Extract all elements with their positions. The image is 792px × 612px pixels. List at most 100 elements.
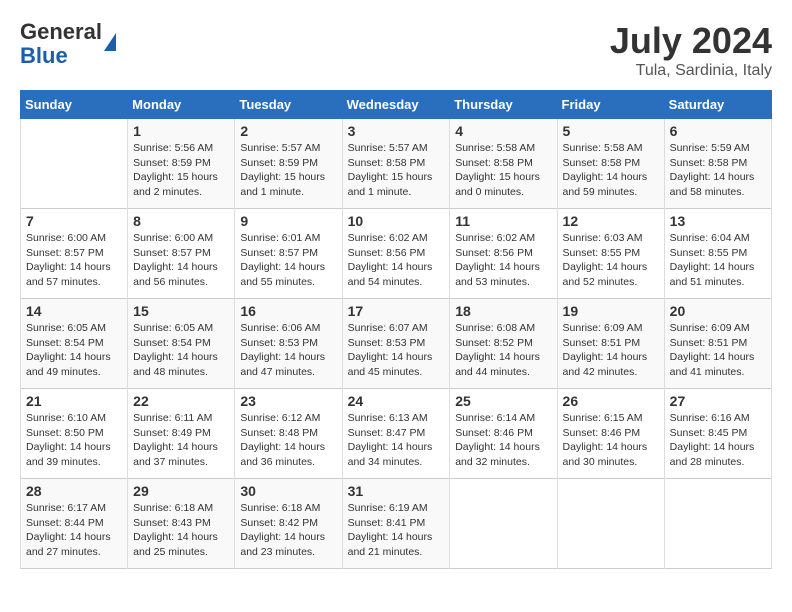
day-number: 11	[455, 213, 551, 229]
day-cell: 24 Sunrise: 6:13 AMSunset: 8:47 PMDaylig…	[342, 389, 450, 479]
day-info: Sunrise: 6:18 AMSunset: 8:42 PMDaylight:…	[240, 501, 336, 560]
day-cell: 30 Sunrise: 6:18 AMSunset: 8:42 PMDaylig…	[235, 479, 342, 569]
day-info: Sunrise: 6:10 AMSunset: 8:50 PMDaylight:…	[26, 411, 122, 470]
week-row-1: 1 Sunrise: 5:56 AMSunset: 8:59 PMDayligh…	[21, 119, 772, 209]
week-row-5: 28 Sunrise: 6:17 AMSunset: 8:44 PMDaylig…	[21, 479, 772, 569]
day-cell: 22 Sunrise: 6:11 AMSunset: 8:49 PMDaylig…	[128, 389, 235, 479]
day-number: 29	[133, 483, 229, 499]
day-number: 7	[26, 213, 122, 229]
day-number: 18	[455, 303, 551, 319]
header-thursday: Thursday	[450, 91, 557, 119]
day-info: Sunrise: 6:11 AMSunset: 8:49 PMDaylight:…	[133, 411, 229, 470]
day-info: Sunrise: 6:09 AMSunset: 8:51 PMDaylight:…	[670, 321, 766, 380]
day-cell: 7 Sunrise: 6:00 AMSunset: 8:57 PMDayligh…	[21, 209, 128, 299]
day-info: Sunrise: 6:03 AMSunset: 8:55 PMDaylight:…	[563, 231, 659, 290]
day-number: 1	[133, 123, 229, 139]
logo: General Blue	[20, 20, 116, 68]
day-number: 15	[133, 303, 229, 319]
day-number: 22	[133, 393, 229, 409]
day-number: 8	[133, 213, 229, 229]
day-number: 19	[563, 303, 659, 319]
day-number: 24	[348, 393, 445, 409]
day-cell: 29 Sunrise: 6:18 AMSunset: 8:43 PMDaylig…	[128, 479, 235, 569]
day-cell: 27 Sunrise: 6:16 AMSunset: 8:45 PMDaylig…	[664, 389, 771, 479]
day-info: Sunrise: 6:16 AMSunset: 8:45 PMDaylight:…	[670, 411, 766, 470]
header-monday: Monday	[128, 91, 235, 119]
day-info: Sunrise: 6:02 AMSunset: 8:56 PMDaylight:…	[348, 231, 445, 290]
title-block: July 2024 Tula, Sardinia, Italy	[610, 20, 772, 80]
day-number: 12	[563, 213, 659, 229]
calendar-table: SundayMondayTuesdayWednesdayThursdayFrid…	[20, 90, 772, 569]
day-number: 30	[240, 483, 336, 499]
day-cell	[557, 479, 664, 569]
day-info: Sunrise: 6:01 AMSunset: 8:57 PMDaylight:…	[240, 231, 336, 290]
day-cell: 14 Sunrise: 6:05 AMSunset: 8:54 PMDaylig…	[21, 299, 128, 389]
header-saturday: Saturday	[664, 91, 771, 119]
day-info: Sunrise: 6:04 AMSunset: 8:55 PMDaylight:…	[670, 231, 766, 290]
day-number: 17	[348, 303, 445, 319]
day-number: 3	[348, 123, 445, 139]
day-info: Sunrise: 5:56 AMSunset: 8:59 PMDaylight:…	[133, 141, 229, 200]
day-number: 6	[670, 123, 766, 139]
day-info: Sunrise: 6:05 AMSunset: 8:54 PMDaylight:…	[133, 321, 229, 380]
day-info: Sunrise: 6:09 AMSunset: 8:51 PMDaylight:…	[563, 321, 659, 380]
day-cell: 16 Sunrise: 6:06 AMSunset: 8:53 PMDaylig…	[235, 299, 342, 389]
day-cell: 18 Sunrise: 6:08 AMSunset: 8:52 PMDaylig…	[450, 299, 557, 389]
day-number: 13	[670, 213, 766, 229]
header-wednesday: Wednesday	[342, 91, 450, 119]
day-info: Sunrise: 5:57 AMSunset: 8:59 PMDaylight:…	[240, 141, 336, 200]
day-info: Sunrise: 6:13 AMSunset: 8:47 PMDaylight:…	[348, 411, 445, 470]
day-cell: 19 Sunrise: 6:09 AMSunset: 8:51 PMDaylig…	[557, 299, 664, 389]
day-cell: 31 Sunrise: 6:19 AMSunset: 8:41 PMDaylig…	[342, 479, 450, 569]
day-number: 26	[563, 393, 659, 409]
day-info: Sunrise: 6:06 AMSunset: 8:53 PMDaylight:…	[240, 321, 336, 380]
week-row-2: 7 Sunrise: 6:00 AMSunset: 8:57 PMDayligh…	[21, 209, 772, 299]
calendar-header-row: SundayMondayTuesdayWednesdayThursdayFrid…	[21, 91, 772, 119]
header-friday: Friday	[557, 91, 664, 119]
day-number: 2	[240, 123, 336, 139]
day-info: Sunrise: 6:08 AMSunset: 8:52 PMDaylight:…	[455, 321, 551, 380]
logo-general: General	[20, 19, 102, 44]
day-cell: 4 Sunrise: 5:58 AMSunset: 8:58 PMDayligh…	[450, 119, 557, 209]
day-number: 28	[26, 483, 122, 499]
day-cell: 20 Sunrise: 6:09 AMSunset: 8:51 PMDaylig…	[664, 299, 771, 389]
day-cell	[21, 119, 128, 209]
day-info: Sunrise: 5:59 AMSunset: 8:58 PMDaylight:…	[670, 141, 766, 200]
header-sunday: Sunday	[21, 91, 128, 119]
day-cell: 11 Sunrise: 6:02 AMSunset: 8:56 PMDaylig…	[450, 209, 557, 299]
day-number: 27	[670, 393, 766, 409]
day-info: Sunrise: 6:02 AMSunset: 8:56 PMDaylight:…	[455, 231, 551, 290]
day-number: 20	[670, 303, 766, 319]
day-cell: 1 Sunrise: 5:56 AMSunset: 8:59 PMDayligh…	[128, 119, 235, 209]
day-cell: 13 Sunrise: 6:04 AMSunset: 8:55 PMDaylig…	[664, 209, 771, 299]
day-cell: 25 Sunrise: 6:14 AMSunset: 8:46 PMDaylig…	[450, 389, 557, 479]
day-info: Sunrise: 5:58 AMSunset: 8:58 PMDaylight:…	[455, 141, 551, 200]
logo-icon	[104, 33, 116, 51]
month-title: July 2024	[610, 20, 772, 62]
day-cell: 12 Sunrise: 6:03 AMSunset: 8:55 PMDaylig…	[557, 209, 664, 299]
day-cell: 2 Sunrise: 5:57 AMSunset: 8:59 PMDayligh…	[235, 119, 342, 209]
day-number: 10	[348, 213, 445, 229]
day-number: 5	[563, 123, 659, 139]
week-row-4: 21 Sunrise: 6:10 AMSunset: 8:50 PMDaylig…	[21, 389, 772, 479]
day-cell: 9 Sunrise: 6:01 AMSunset: 8:57 PMDayligh…	[235, 209, 342, 299]
day-cell: 3 Sunrise: 5:57 AMSunset: 8:58 PMDayligh…	[342, 119, 450, 209]
day-info: Sunrise: 6:00 AMSunset: 8:57 PMDaylight:…	[26, 231, 122, 290]
location-title: Tula, Sardinia, Italy	[610, 62, 772, 80]
day-number: 31	[348, 483, 445, 499]
day-info: Sunrise: 6:07 AMSunset: 8:53 PMDaylight:…	[348, 321, 445, 380]
day-cell: 10 Sunrise: 6:02 AMSunset: 8:56 PMDaylig…	[342, 209, 450, 299]
day-info: Sunrise: 6:14 AMSunset: 8:46 PMDaylight:…	[455, 411, 551, 470]
day-cell: 21 Sunrise: 6:10 AMSunset: 8:50 PMDaylig…	[21, 389, 128, 479]
day-cell: 28 Sunrise: 6:17 AMSunset: 8:44 PMDaylig…	[21, 479, 128, 569]
header-tuesday: Tuesday	[235, 91, 342, 119]
day-number: 25	[455, 393, 551, 409]
day-info: Sunrise: 5:58 AMSunset: 8:58 PMDaylight:…	[563, 141, 659, 200]
day-number: 4	[455, 123, 551, 139]
day-cell: 17 Sunrise: 6:07 AMSunset: 8:53 PMDaylig…	[342, 299, 450, 389]
day-cell: 23 Sunrise: 6:12 AMSunset: 8:48 PMDaylig…	[235, 389, 342, 479]
day-cell: 6 Sunrise: 5:59 AMSunset: 8:58 PMDayligh…	[664, 119, 771, 209]
day-info: Sunrise: 6:05 AMSunset: 8:54 PMDaylight:…	[26, 321, 122, 380]
logo-blue: Blue	[20, 43, 68, 68]
day-number: 9	[240, 213, 336, 229]
